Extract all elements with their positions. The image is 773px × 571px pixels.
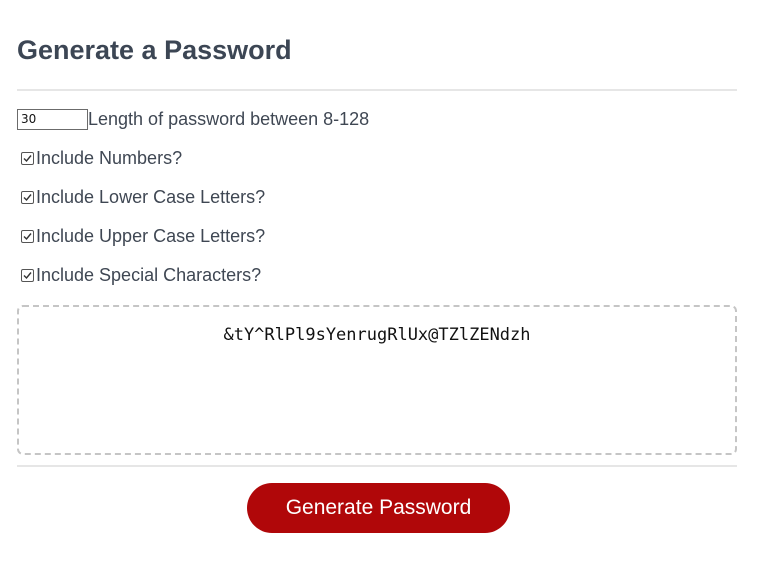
- numbers-row[interactable]: Include Numbers?: [17, 146, 737, 170]
- password-output-box[interactable]: &tY^RlPl9sYenrugRlUx@TZlZENdzh: [17, 305, 737, 455]
- special-checkbox[interactable]: [21, 268, 34, 282]
- checkmark-icon: [23, 154, 32, 162]
- lowercase-label: Include Lower Case Letters?: [36, 186, 266, 207]
- special-label: Include Special Characters?: [36, 264, 262, 285]
- numbers-label: Include Numbers?: [36, 147, 183, 168]
- checkmark-icon: [23, 193, 32, 201]
- lowercase-row[interactable]: Include Lower Case Letters?: [17, 185, 737, 209]
- length-label: Length of password between 8-128: [88, 108, 370, 129]
- lowercase-checkbox[interactable]: [21, 190, 34, 204]
- length-row: Length of password between 8-128: [17, 107, 737, 131]
- uppercase-row[interactable]: Include Upper Case Letters?: [17, 224, 737, 248]
- generate-password-button[interactable]: Generate Password: [247, 483, 510, 533]
- header: Generate a Password: [17, 30, 737, 70]
- uppercase-checkbox[interactable]: [21, 229, 34, 243]
- special-row[interactable]: Include Special Characters?: [17, 263, 737, 287]
- uppercase-label: Include Upper Case Letters?: [36, 225, 266, 246]
- divider: [17, 89, 737, 91]
- checkmark-icon: [23, 271, 32, 279]
- numbers-checkbox[interactable]: [21, 151, 34, 165]
- generated-password[interactable]: &tY^RlPl9sYenrugRlUx@TZlZENdzh: [19, 325, 735, 345]
- options-form: Length of password between 8-128 Include…: [17, 107, 737, 287]
- password-length-input[interactable]: [17, 108, 88, 130]
- checkmark-icon: [23, 232, 32, 240]
- divider: [17, 465, 737, 467]
- page-title: Generate a Password: [17, 35, 292, 65]
